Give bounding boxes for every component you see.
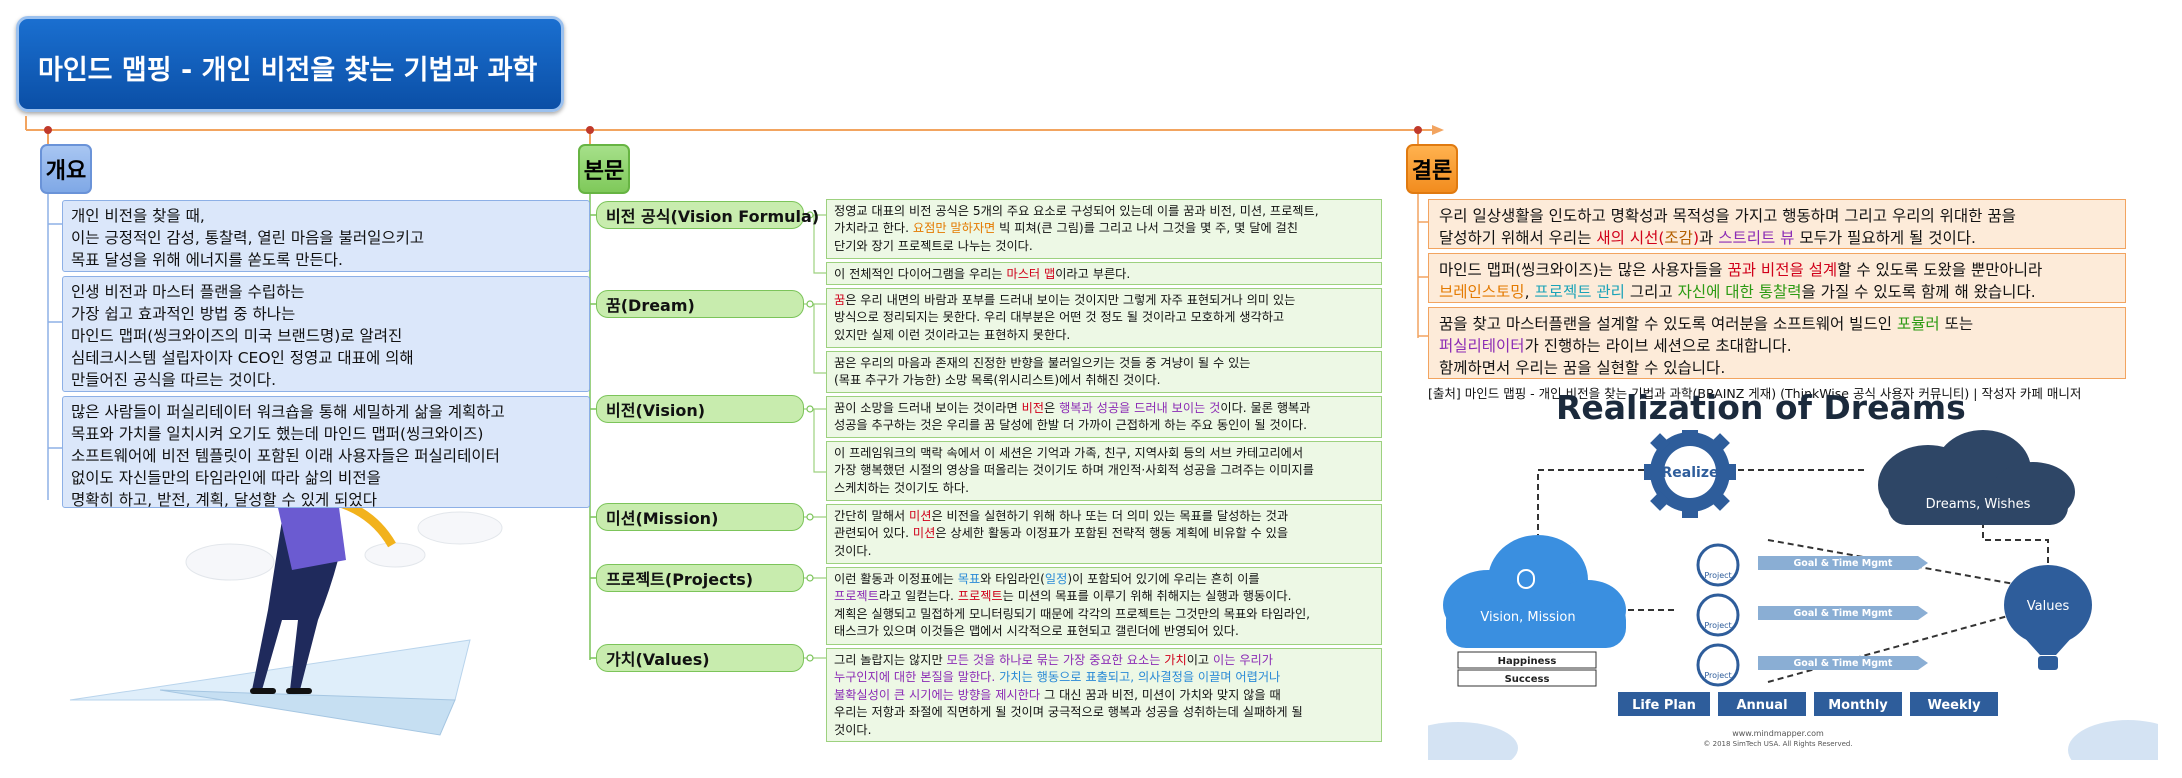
overview-box-3: 많은 사람들이 퍼실리테이터 워크숍을 통해 세밀하게 삶을 계획하고 목표와 … <box>62 396 590 509</box>
dreams-label: Dreams, Wishes <box>1926 497 2031 512</box>
plan-label: Weekly <box>1927 698 1981 713</box>
topic-projects: 프로젝트(Projects) <box>596 564 804 592</box>
figure-title: Realization of Dreams <box>1556 388 1966 427</box>
timeline-dot <box>586 126 594 134</box>
goal-label: Goal & Time Mgmt <box>1794 558 1893 569</box>
realization-diagram: Realize Dreams, Wishes Vision, Mission H… <box>1428 430 2158 760</box>
success-label: Success <box>1505 674 1550 685</box>
desc-vision-1: 꿈이 소망을 드러내 보이는 것이라면 비전은 행복과 성공을 드러내 보이는 … <box>826 396 1382 438</box>
desc-vision-2: 이 프레임워크의 맥락 속에서 이 세션은 기억과 가족, 친구, 지역사회 등… <box>826 441 1382 501</box>
project-label: Project <box>1704 671 1731 680</box>
goal-label: Goal & Time Mgmt <box>1794 658 1893 669</box>
plan-label: Annual <box>1736 698 1787 713</box>
conclusion-box-3: 꿈을 찾고 마스터플랜을 설계할 수 있도록 여러분을 소프트웨어 빌드인 포뮬… <box>1428 307 2126 379</box>
desc-values: 그리 놀랍지는 않지만 모든 것을 하나로 묶는 가장 중요한 요소는 가치이고… <box>826 648 1382 742</box>
project-icon <box>1696 543 1740 687</box>
overview-box-2: 인생 비전과 마스터 플랜을 수립하는 가장 쉽고 효과적인 방법 중 하나는 … <box>62 276 590 392</box>
happiness-label: Happiness <box>1498 656 1557 667</box>
timeline-dot <box>44 126 52 134</box>
plan-label: Monthly <box>1828 698 1888 713</box>
desc-dream-1: 꿈은 우리 내면의 바람과 포부를 드러내 보이는 것이지만 그렇게 자주 표현… <box>826 288 1382 348</box>
overview-box-1: 개인 비전을 찾을 때, 이는 긍정적인 감성, 통찰력, 열린 마음을 불러일… <box>62 200 590 272</box>
project-label: Project <box>1704 621 1731 630</box>
desc-mission: 간단히 말해서 미션은 비전을 실현하기 위해 하나 또는 더 의미 있는 목표… <box>826 504 1382 564</box>
timeline-dot <box>1414 126 1422 134</box>
topic-vision: 비전(Vision) <box>596 395 804 423</box>
section-conclusion: 결론 <box>1406 144 1458 194</box>
desc-vision-formula: 정영교 대표의 비전 공식은 5개의 주요 요소로 구성되어 있는데 이를 꿈과… <box>826 199 1382 259</box>
section-overview: 개요 <box>40 144 92 194</box>
desc-dream-2: 꿈은 우리의 마음과 존재의 진정한 반향을 불러일으키는 것들 중 겨냥이 될… <box>826 351 1382 393</box>
copyright-label: © 2018 SimTech USA. All Rights Reserved. <box>1703 740 1852 748</box>
conclusion-box-2: 마인드 맵퍼(씽크와이즈)는 많은 사용자들을 꿈과 비전을 설계할 수 있도록… <box>1428 253 2126 303</box>
conclusion-box-1: 우리 일상생활을 인도하고 명확성과 목적성을 가지고 행동하며 그리고 우리의… <box>1428 199 2126 249</box>
topic-dream: 꿈(Dream) <box>596 290 804 318</box>
url-label: www.mindmapper.com <box>1732 729 1824 738</box>
vision-label: Vision, Mission <box>1480 610 1575 625</box>
vision-cloud-icon <box>1443 535 1626 648</box>
desc-master-map: 이 전체적인 다이어그램을 우리는 마스터 맵이라고 부른다. <box>826 262 1382 285</box>
section-main: 본문 <box>578 144 630 194</box>
balloon-icon <box>2004 565 2092 670</box>
plan-label: Life Plan <box>1632 698 1696 713</box>
realize-label: Realize <box>1662 465 1719 481</box>
desc-projects: 이런 활동과 이정표에는 목표와 타임라인(일정)이 포함되어 있기에 우리는 … <box>826 567 1382 645</box>
goal-label: Goal & Time Mgmt <box>1794 608 1893 619</box>
topic-vision-formula: 비전 공식(Vision Formula) <box>596 201 819 229</box>
topic-values: 가치(Values) <box>596 644 804 672</box>
values-label: Values <box>2027 599 2070 614</box>
project-label: Project <box>1704 571 1731 580</box>
topic-mission: 미션(Mission) <box>596 503 804 531</box>
